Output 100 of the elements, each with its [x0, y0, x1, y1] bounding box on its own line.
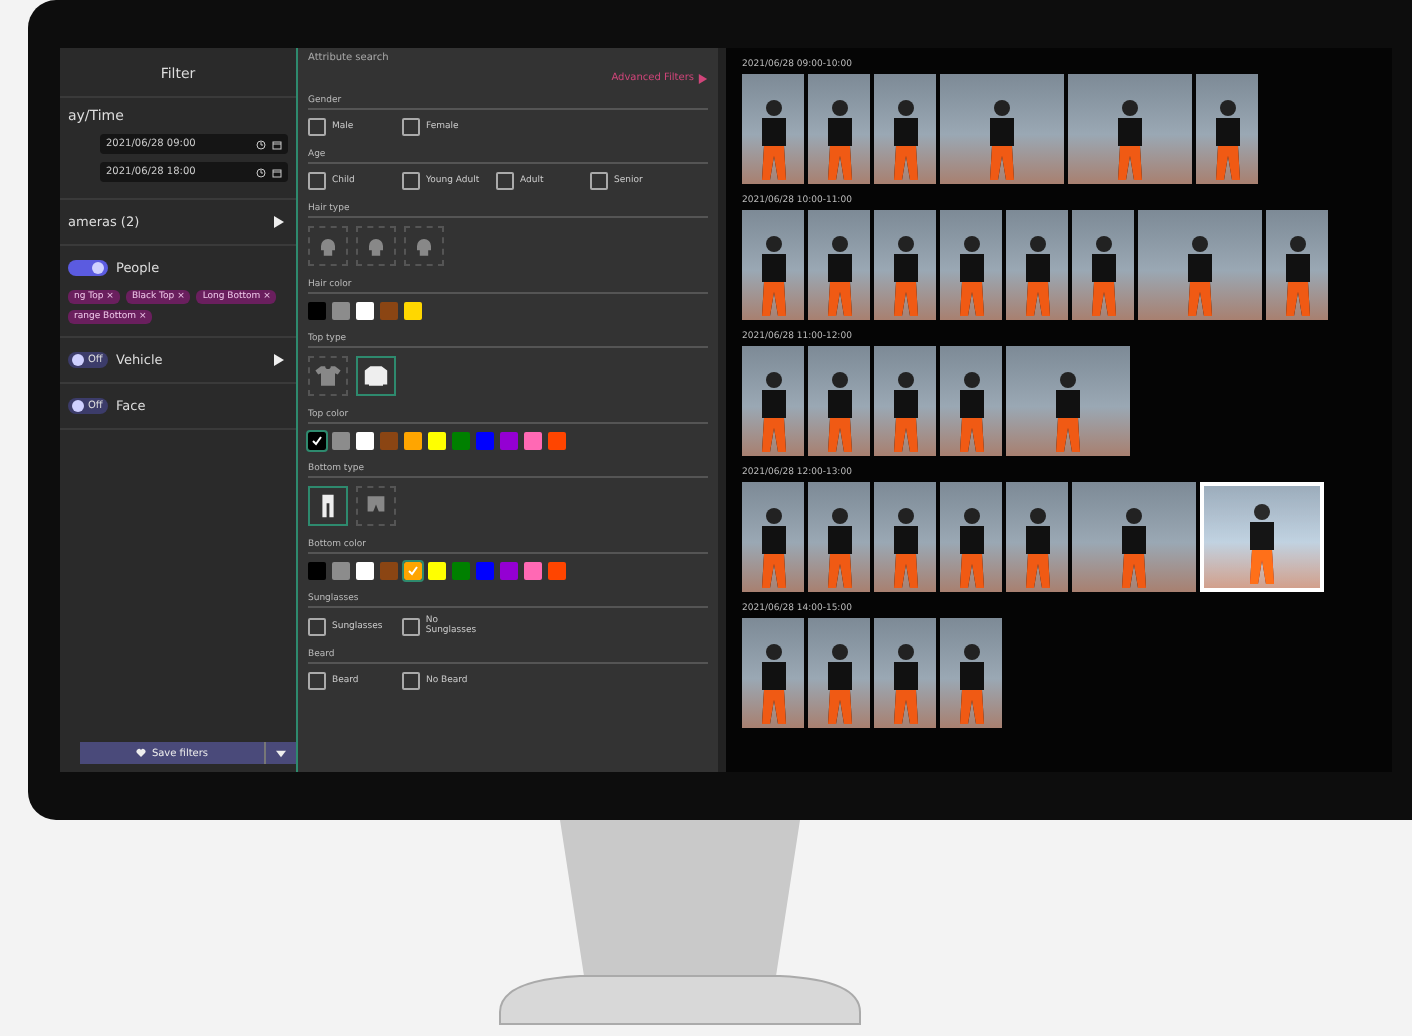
person-silhouette-icon — [1052, 368, 1084, 456]
photo-placeholder[interactable] — [742, 618, 804, 728]
photo-placeholder[interactable] — [1006, 346, 1130, 456]
person-silhouette-icon — [955, 504, 987, 592]
photo-placeholder[interactable] — [874, 346, 936, 456]
color-swatch[interactable] — [452, 432, 470, 450]
color-swatch[interactable] — [380, 432, 398, 450]
color-swatch[interactable] — [500, 562, 518, 580]
type-tile[interactable] — [356, 356, 396, 396]
color-swatch[interactable] — [332, 562, 350, 580]
photo-placeholder[interactable] — [1006, 482, 1068, 592]
photo-placeholder[interactable] — [808, 482, 870, 592]
photo-placeholder[interactable] — [1072, 210, 1134, 320]
color-swatch[interactable] — [500, 432, 518, 450]
dropdown-button[interactable] — [264, 742, 296, 764]
person-silhouette-icon — [1211, 96, 1243, 184]
color-swatch[interactable] — [356, 302, 374, 320]
person-silhouette-icon — [1281, 232, 1313, 320]
photo-placeholder[interactable] — [940, 482, 1002, 592]
color-swatch[interactable] — [524, 432, 542, 450]
photo-placeholder[interactable] — [742, 346, 804, 456]
type-tile[interactable] — [308, 486, 348, 526]
color-swatch[interactable] — [356, 562, 374, 580]
photo-placeholder[interactable] — [808, 74, 870, 184]
person-silhouette-icon — [986, 96, 1018, 184]
color-swatch[interactable] — [356, 432, 374, 450]
person-silhouette-icon — [1184, 232, 1216, 320]
type-tile[interactable] — [308, 226, 348, 266]
clock-icon — [256, 139, 266, 149]
person-silhouette-icon — [823, 504, 855, 592]
clock-icon — [256, 167, 266, 177]
color-swatch[interactable] — [404, 302, 422, 320]
person-silhouette-icon — [889, 640, 921, 728]
color-swatch[interactable] — [404, 432, 422, 450]
person-silhouette-icon — [757, 504, 789, 592]
photo-placeholder[interactable] — [808, 210, 870, 320]
color-swatch[interactable] — [380, 562, 398, 580]
person-silhouette-icon — [757, 640, 789, 728]
type-tile[interactable] — [404, 226, 444, 266]
longsleeve-icon — [362, 362, 390, 390]
photo-placeholder[interactable] — [1138, 210, 1262, 320]
toggle-switch[interactable] — [68, 260, 108, 276]
photo-placeholder[interactable] — [940, 210, 1002, 320]
photo-placeholder[interactable] — [940, 618, 1002, 728]
person-silhouette-icon — [1087, 232, 1119, 320]
photo-placeholder[interactable] — [940, 74, 1064, 184]
color-swatch[interactable] — [524, 562, 542, 580]
person-silhouette-icon — [955, 640, 987, 728]
person-silhouette-icon — [757, 368, 789, 456]
photo-placeholder[interactable] — [1072, 482, 1196, 592]
color-swatch[interactable] — [308, 432, 326, 450]
color-swatch[interactable] — [332, 432, 350, 450]
color-swatch[interactable] — [548, 432, 566, 450]
type-tile[interactable] — [308, 356, 348, 396]
color-swatch[interactable] — [476, 562, 494, 580]
color-swatch[interactable] — [332, 302, 350, 320]
calendar-icon — [272, 139, 282, 149]
type-tile[interactable] — [356, 226, 396, 266]
color-swatch[interactable] — [404, 562, 422, 580]
photo-placeholder[interactable] — [874, 482, 936, 592]
person-silhouette-icon — [955, 232, 987, 320]
person-silhouette-icon — [889, 232, 921, 320]
photo-placeholder[interactable] — [874, 210, 936, 320]
photo-placeholder[interactable] — [1006, 210, 1068, 320]
color-swatch[interactable] — [476, 432, 494, 450]
color-swatch[interactable] — [308, 302, 326, 320]
photo-placeholder[interactable] — [808, 346, 870, 456]
person-silhouette-icon — [955, 368, 987, 456]
photo-placeholder[interactable] — [1266, 210, 1328, 320]
color-swatch[interactable] — [308, 562, 326, 580]
person-silhouette-icon — [823, 232, 855, 320]
photo-placeholder[interactable] — [742, 210, 804, 320]
person-silhouette-icon — [889, 504, 921, 592]
photo-placeholder[interactable] — [1068, 74, 1192, 184]
color-swatch[interactable] — [452, 562, 470, 580]
color-swatch[interactable] — [428, 432, 446, 450]
color-swatch[interactable] — [428, 562, 446, 580]
photo-placeholder[interactable] — [1200, 482, 1324, 592]
expand-arrow-icon[interactable] — [274, 354, 284, 366]
person-silhouette-icon — [823, 96, 855, 184]
photo-placeholder[interactable] — [874, 74, 936, 184]
person-silhouette-icon — [1118, 504, 1150, 592]
expand-arrow-icon[interactable] — [274, 216, 284, 228]
caret-icon — [276, 749, 286, 757]
person-silhouette-icon — [1021, 504, 1053, 592]
person-silhouette-icon — [1114, 96, 1146, 184]
type-tile[interactable] — [356, 486, 396, 526]
tshirt-icon — [314, 362, 342, 390]
photo-placeholder[interactable] — [742, 482, 804, 592]
photo-placeholder[interactable] — [940, 346, 1002, 456]
photo-placeholder[interactable] — [1196, 74, 1258, 184]
person-silhouette-icon — [757, 96, 789, 184]
calendar-icon — [272, 167, 282, 177]
person-silhouette-icon — [889, 96, 921, 184]
color-swatch[interactable] — [380, 302, 398, 320]
person-silhouette-icon — [757, 232, 789, 320]
photo-placeholder[interactable] — [742, 74, 804, 184]
color-swatch[interactable] — [548, 562, 566, 580]
photo-placeholder[interactable] — [874, 618, 936, 728]
photo-placeholder[interactable] — [808, 618, 870, 728]
